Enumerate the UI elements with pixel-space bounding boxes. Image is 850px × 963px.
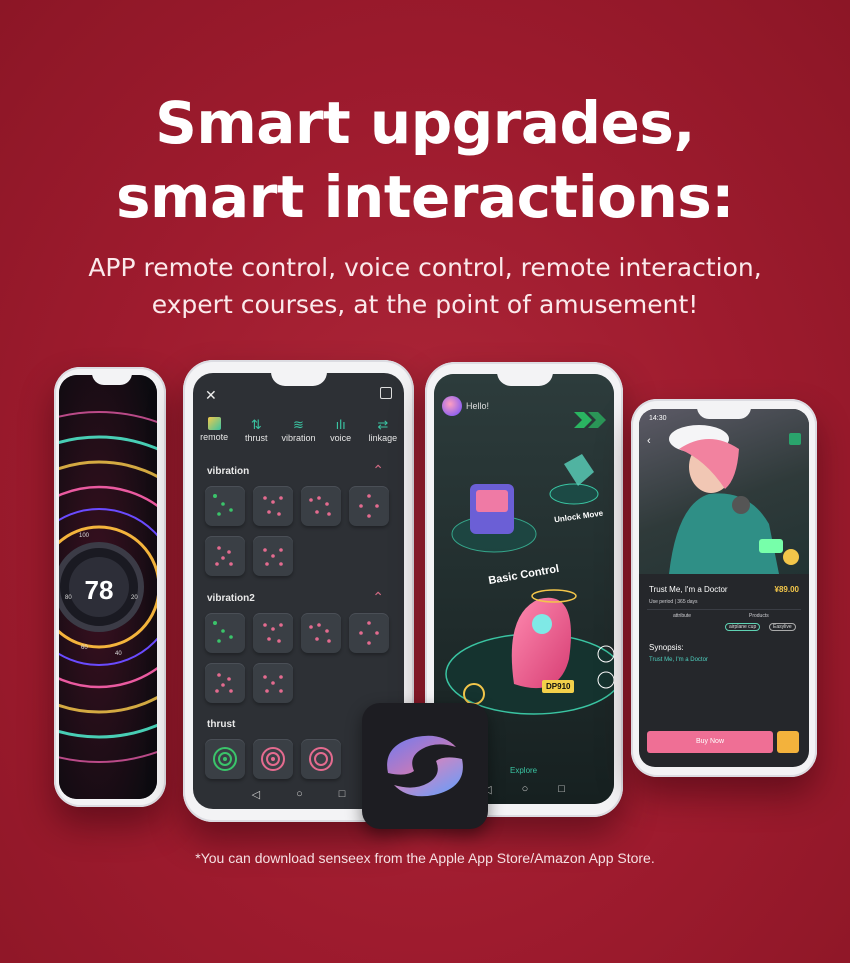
pattern-tile[interactable] bbox=[301, 739, 341, 779]
share-icon[interactable] bbox=[380, 387, 392, 399]
tab-vibration[interactable]: ≋ vibration bbox=[278, 417, 318, 443]
back-chevron-icon[interactable]: ‹ bbox=[647, 435, 651, 447]
product-tag[interactable]: Easylive bbox=[769, 623, 796, 631]
phone-notch bbox=[92, 373, 132, 385]
headline: Smart upgrades, smart interactions: bbox=[0, 86, 850, 234]
profile-avatar[interactable] bbox=[442, 396, 462, 416]
use-period: Use period | 365 days bbox=[649, 599, 698, 605]
home-icon[interactable]: ○ bbox=[522, 783, 529, 796]
thrust-icon: ⇅ bbox=[250, 417, 262, 432]
course-cover-image bbox=[639, 409, 809, 574]
tab-remote[interactable]: remote bbox=[194, 417, 234, 443]
gauge-tick-20: 20 bbox=[131, 595, 138, 601]
subheadline: APP remote control, voice control, remot… bbox=[0, 249, 850, 323]
tab-voice[interactable]: ılı voice bbox=[321, 417, 361, 443]
course-title: Trust Me, I'm a Doctor bbox=[649, 585, 728, 594]
synopsis-label: Synopsis: bbox=[649, 643, 684, 652]
subheadline-line-2: expert courses, at the point of amusemen… bbox=[151, 290, 699, 319]
gauge-tick-40: 40 bbox=[115, 651, 122, 657]
headline-line-2: smart interactions: bbox=[116, 163, 734, 231]
pattern-tile[interactable] bbox=[253, 613, 293, 653]
pattern-tile[interactable] bbox=[205, 613, 245, 653]
attribute-label: attribute bbox=[673, 613, 692, 619]
home-icon[interactable]: ○ bbox=[296, 788, 303, 801]
play-icon[interactable] bbox=[783, 549, 799, 565]
greeting-text: Hello! bbox=[466, 401, 490, 411]
close-icon[interactable]: ✕ bbox=[205, 387, 217, 404]
nurse-illustration bbox=[669, 425, 783, 574]
pattern-tile[interactable] bbox=[349, 613, 389, 653]
headline-line-1: Smart upgrades, bbox=[155, 89, 695, 157]
synopsis-text: Trust Me, I'm a Doctor bbox=[649, 657, 708, 663]
remote-icon bbox=[207, 417, 221, 430]
chevron-up-icon[interactable]: ⌃ bbox=[372, 589, 384, 606]
tab-thrust[interactable]: ⇅ thrust bbox=[236, 417, 276, 443]
pattern-tile[interactable] bbox=[301, 613, 341, 653]
gauge-tick-80: 80 bbox=[65, 595, 72, 601]
section-thrust: thrust bbox=[207, 719, 236, 730]
pattern-tile[interactable] bbox=[205, 739, 245, 779]
senseex-app-logo bbox=[362, 703, 488, 829]
recents-icon[interactable]: □ bbox=[339, 788, 346, 801]
course-price: ¥89.00 bbox=[774, 585, 799, 594]
explore-label[interactable]: Explore bbox=[510, 766, 537, 775]
senseex-logo-icon bbox=[387, 735, 463, 797]
pattern-tile[interactable] bbox=[253, 739, 293, 779]
divider bbox=[647, 609, 801, 610]
gauge-screen: 78 100 80 60 40 20 bbox=[59, 375, 157, 799]
products-label: Products bbox=[749, 613, 769, 619]
status-time: 14:30 bbox=[649, 415, 667, 422]
pattern-tile[interactable] bbox=[253, 536, 293, 576]
pattern-tile[interactable] bbox=[253, 486, 293, 526]
section-vibration: vibration bbox=[207, 466, 250, 477]
pattern-tile[interactable] bbox=[253, 663, 293, 703]
phone-notch bbox=[497, 372, 553, 386]
cart-icon[interactable] bbox=[777, 731, 799, 753]
pattern-tile[interactable] bbox=[349, 486, 389, 526]
pattern-tile[interactable] bbox=[205, 536, 245, 576]
mode-tabs: remote ⇅ thrust ≋ vibration ılı voice ⇄ link… bbox=[193, 417, 404, 443]
tab-linkage[interactable]: ⇄ linkage bbox=[363, 417, 403, 443]
phone-course-detail: 14:30 ‹ Trust Me, I'm a Doctor ¥89.00 Us… bbox=[631, 399, 817, 777]
subheadline-line-1: APP remote control, voice control, remot… bbox=[88, 253, 762, 282]
voice-icon: ılı bbox=[335, 417, 346, 432]
course-detail-screen: 14:30 ‹ Trust Me, I'm a Doctor ¥89.00 Us… bbox=[639, 409, 809, 767]
pattern-tile[interactable] bbox=[205, 663, 245, 703]
pattern-tile[interactable] bbox=[205, 486, 245, 526]
product-tag[interactable]: airplane cup bbox=[725, 623, 761, 631]
buy-now-button[interactable]: Buy Now bbox=[647, 731, 773, 753]
favorite-icon[interactable] bbox=[789, 433, 801, 445]
device-code-badge: DP910 bbox=[542, 680, 575, 693]
gauge-tick-60: 60 bbox=[81, 645, 88, 651]
vibration-icon: ≋ bbox=[293, 417, 304, 432]
recents-icon[interactable]: □ bbox=[558, 783, 565, 796]
gauge-tick-100: 100 bbox=[79, 533, 90, 539]
back-icon[interactable]: ◁ bbox=[252, 788, 260, 801]
footnote: *You can download senseex from the Apple… bbox=[195, 850, 655, 866]
phone-notch bbox=[697, 407, 751, 419]
phone-gauge: 78 100 80 60 40 20 bbox=[54, 367, 166, 807]
linkage-icon: ⇄ bbox=[377, 417, 389, 432]
phone-notch bbox=[271, 372, 327, 386]
gauge-value: 78 bbox=[84, 575, 114, 605]
section-vibration2: vibration2 bbox=[207, 593, 255, 604]
pattern-tile[interactable] bbox=[301, 486, 341, 526]
chevron-up-icon[interactable]: ⌃ bbox=[372, 462, 384, 479]
